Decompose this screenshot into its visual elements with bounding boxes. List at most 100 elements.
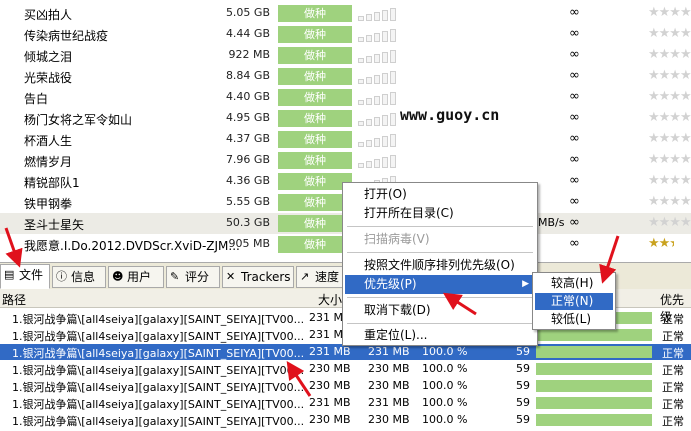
submenu-item-normal[interactable]: 正常(N) <box>535 293 613 310</box>
torrent-status-badge: 做种 <box>278 236 352 253</box>
rating-stars-icon[interactable]: ★★★★ <box>648 152 691 167</box>
rating-stars-icon[interactable]: ★★★★ <box>648 131 691 146</box>
torrent-name: 杯酒人生 <box>24 134 73 148</box>
file-priority: 正常 <box>662 330 684 343</box>
torrent-availability: ∞ <box>569 47 580 62</box>
file-path: 1.银河战争篇\[all4seiya][galaxy][SAINT_SEIYA]… <box>12 313 305 326</box>
tab-label: 速度 <box>315 270 340 284</box>
rating-stars-icon[interactable]: ★★★★ <box>648 194 691 209</box>
file-row[interactable]: 1.银河战争篇\[all4seiya][galaxy][SAINT_SEIYA]… <box>0 378 691 394</box>
file-path: 1.银河战争篇\[all4seiya][galaxy][SAINT_SEIYA]… <box>12 364 305 377</box>
file-pieces: 59 <box>516 345 530 358</box>
file-size: 230 MB <box>309 413 351 426</box>
file-size: 231 MB <box>309 396 351 409</box>
file-pieces: 59 <box>516 413 530 426</box>
file-row[interactable]: 1.银河战争篇\[all4seiya][galaxy][SAINT_SEIYA]… <box>0 395 691 411</box>
users-icon: ☻ <box>112 270 124 283</box>
torrent-availability: ∞ <box>569 68 580 83</box>
tab-trackers[interactable]: ✕ Trackers <box>222 266 294 288</box>
menu-item-open-folder[interactable]: 打开所在目录(C) <box>345 204 535 223</box>
torrent-name: 燃情岁月 <box>24 155 73 169</box>
file-row[interactable]: 1.银河战争篇\[all4seiya][galaxy][SAINT_SEIYA]… <box>0 361 691 377</box>
torrent-row[interactable]: 告白 4.40 GB 做种 ∞ ★★★★ <box>0 87 691 108</box>
menu-item-cancel-download[interactable]: 取消下载(D) <box>345 301 535 320</box>
file-priority: 正常 <box>662 381 684 394</box>
file-row[interactable]: 1.银河战争篇\[all4seiya][galaxy][SAINT_SEIYA]… <box>0 412 691 428</box>
file-progress-bar <box>536 380 652 392</box>
torrent-size: 4.44 GB <box>225 27 270 40</box>
file-percent: 100.0 % <box>422 396 468 409</box>
rating-stars-icon[interactable]: ★★★★ <box>648 68 691 83</box>
torrent-row[interactable]: 光荣战役 8.84 GB 做种 ∞ ★★★★ <box>0 66 691 87</box>
file-percent: 100.0 % <box>422 413 468 426</box>
torrent-size: 5.05 GB <box>225 6 270 19</box>
torrent-status-badge: 做种 <box>278 152 352 169</box>
tab-speed[interactable]: ↗ 速度 <box>296 266 344 288</box>
health-bars-icon <box>358 70 398 84</box>
torrent-availability: ∞ <box>569 152 580 167</box>
rating-stars-icon[interactable]: ★★★★ <box>648 215 691 230</box>
torrent-size: 4.95 GB <box>225 111 270 124</box>
health-bars-icon <box>358 91 398 105</box>
file-size: 231 MB <box>309 345 351 358</box>
menu-item-label: 优先级(P) <box>364 277 417 291</box>
file-progress-bar <box>536 346 652 358</box>
tab-peers[interactable]: ☻ 用户 <box>108 266 164 288</box>
rating-stars-icon[interactable]: ★★★★ <box>648 89 691 104</box>
column-path[interactable]: 路径 <box>2 291 26 308</box>
torrent-row[interactable]: 买凶拍人 5.05 GB 做种 ∞ ★★★★ <box>0 3 691 24</box>
tab-label: 文件 <box>19 268 44 282</box>
menu-item-priority[interactable]: 优先级(P) ▶ <box>345 275 535 294</box>
submenu-item-high[interactable]: 较高(H) <box>535 275 613 292</box>
health-bars-icon <box>358 7 398 21</box>
menu-separator <box>347 323 533 324</box>
rating-stars-icon[interactable]: ★★★★ <box>648 5 691 20</box>
watermark-text: www.guoy.cn <box>400 106 500 124</box>
torrent-size: 4.37 GB <box>225 132 270 145</box>
torrent-size: 7.96 GB <box>225 153 270 166</box>
file-progress-bar <box>536 414 652 426</box>
torrent-name: 光荣战役 <box>24 71 73 85</box>
file-downloaded: 230 MB <box>368 362 410 375</box>
column-size[interactable]: 大小 <box>318 291 342 308</box>
torrent-name: 告白 <box>24 92 49 106</box>
torrent-status-badge: 做种 <box>278 215 352 232</box>
rating-stars-icon[interactable]: ★★★★ <box>648 173 691 188</box>
menu-item-sort-priority[interactable]: 按照文件顺序排列优先级(O) <box>345 256 535 275</box>
torrent-name: 买凶拍人 <box>24 8 73 22</box>
tab-files[interactable]: ▤ 文件 <box>0 264 50 289</box>
submenu-item-low[interactable]: 较低(L) <box>535 311 613 328</box>
torrent-row[interactable]: 燃情岁月 7.96 GB 做种 ∞ ★★★★ <box>0 150 691 171</box>
tab-rating[interactable]: ✎ 评分 <box>166 266 220 288</box>
torrent-row[interactable]: 传染病世纪战疫 4.44 GB 做种 ∞ ★★★★ <box>0 24 691 45</box>
rating-stars-icon[interactable]: ★★★★ <box>648 236 691 251</box>
file-size: 230 MB <box>309 362 351 375</box>
menu-item-relocate[interactable]: 重定位(L)... <box>345 326 535 345</box>
health-bars-icon <box>358 154 398 168</box>
torrent-row[interactable]: 杨门女将之军令如山 4.95 GB 做种 ∞ ★★★★ <box>0 108 691 129</box>
rating-stars-icon[interactable]: ★★★★ <box>648 47 691 62</box>
torrent-status-badge: 做种 <box>278 131 352 148</box>
rating-stars-icon[interactable]: ★★★★ <box>648 110 691 125</box>
torrent-status-badge: 做种 <box>278 89 352 106</box>
menu-separator <box>347 226 533 227</box>
torrent-status-badge: 做种 <box>278 47 352 64</box>
torrent-name: 精锐部队1 <box>24 176 80 190</box>
torrent-status-badge: 做种 <box>278 194 352 211</box>
file-row-selected[interactable]: 1.银河战争篇\[all4seiya][galaxy][SAINT_SEIYA]… <box>0 344 691 360</box>
file-priority: 正常 <box>662 313 684 326</box>
rating-stars-icon[interactable]: ★★★★ <box>648 26 691 41</box>
torrent-row[interactable]: 倾城之泪 922 MB 做种 ∞ ★★★★ <box>0 45 691 66</box>
torrent-availability: ∞ <box>569 194 580 209</box>
file-progress-bar <box>536 363 652 375</box>
torrent-name: 传染病世纪战疫 <box>24 29 109 43</box>
torrent-speed: MB/s <box>538 216 565 229</box>
tab-info[interactable]: ⓘ 信息 <box>52 266 106 288</box>
menu-item-scan-virus: 扫描病毒(V) <box>364 232 430 246</box>
torrent-row[interactable]: 杯酒人生 4.37 GB 做种 ∞ ★★★★ <box>0 129 691 150</box>
health-bars-icon <box>358 133 398 147</box>
file-path: 1.银河战争篇\[all4seiya][galaxy][SAINT_SEIYA]… <box>12 381 305 394</box>
menu-item-open[interactable]: 打开(O) <box>345 185 535 204</box>
torrent-size: 4.40 GB <box>225 90 270 103</box>
file-percent: 100.0 % <box>422 362 468 375</box>
